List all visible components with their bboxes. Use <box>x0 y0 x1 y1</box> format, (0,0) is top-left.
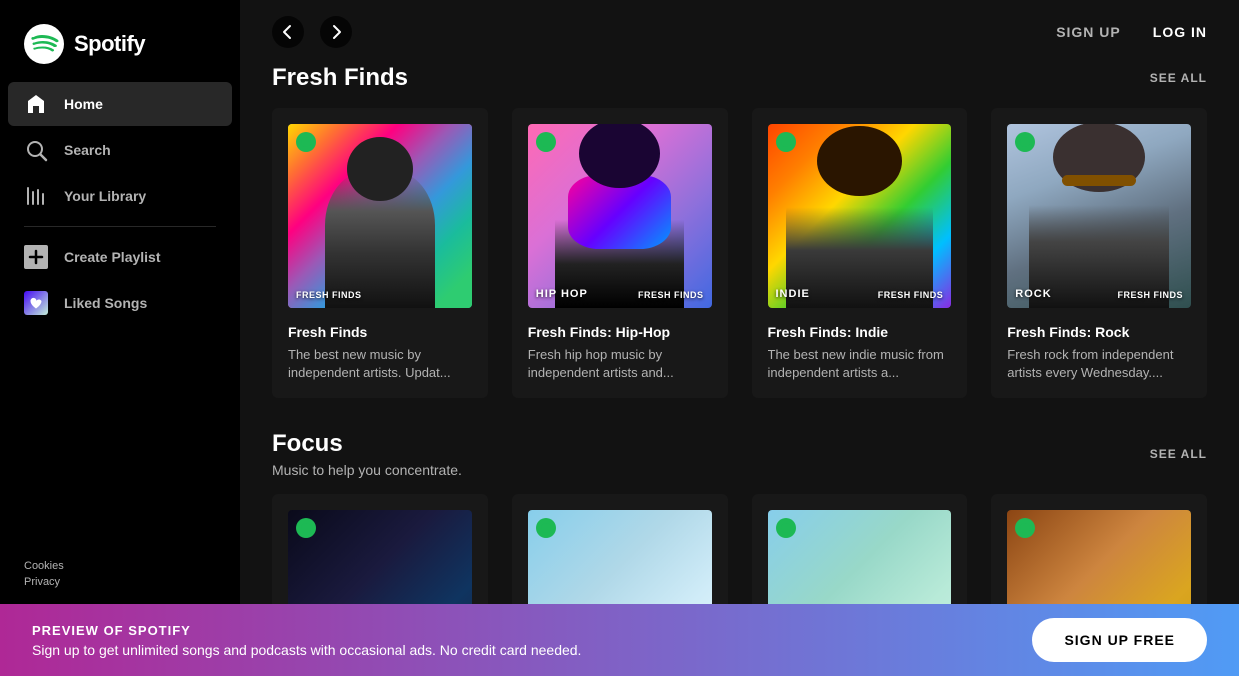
search-icon <box>24 138 48 162</box>
card-lofi[interactable]: lofi beats lofi beats <box>752 494 968 604</box>
card-spotify-dot-2 <box>536 132 556 152</box>
card-spotify-dot-1 <box>296 132 316 152</box>
card-jazz[interactable]: Jazz in the Jazz in the <box>991 494 1207 604</box>
main-content: SIGN UP LOG IN Fresh Finds SEE ALL <box>240 0 1239 604</box>
card-hiphop[interactable]: HIP HOP FRESH FINDS Fresh Finds: Hip-Hop… <box>512 108 728 398</box>
card-badge-2: FRESH FINDS <box>638 290 704 300</box>
card-peaceful-piano[interactable]: Peaceful Piano <box>512 494 728 604</box>
sidebar-item-library[interactable]: Your Library <box>8 174 232 218</box>
privacy-link[interactable]: Privacy <box>24 576 216 588</box>
login-link[interactable]: LOG IN <box>1153 24 1207 40</box>
card-hiphop-title: Fresh Finds: Hip-Hop <box>528 324 712 340</box>
spotify-wordmark: Spotify <box>74 31 145 57</box>
card-genre-2: HIP HOP <box>536 288 588 300</box>
topbar-nav <box>272 16 352 48</box>
card-spotify-dot-7 <box>776 518 796 538</box>
focus-see-all[interactable]: SEE ALL <box>1150 447 1207 461</box>
card-badge-1: FRESH FINDS <box>296 290 362 300</box>
sidebar-item-home-label: Home <box>64 96 103 112</box>
card-badge-4: FRESH FINDS <box>1117 290 1183 300</box>
card-spotify-dot-3 <box>776 132 796 152</box>
focus-subtitle: Music to help you concentrate. <box>272 462 462 478</box>
card-fresh-finds-image: FRESH FINDS <box>288 124 472 308</box>
create-playlist-label: Create Playlist <box>64 249 161 265</box>
fresh-finds-label-2: HIP HOP FRESH FINDS <box>536 288 704 300</box>
sidebar-nav: Home Search Your Library <box>0 82 240 218</box>
card-lofi-image: lofi beats <box>768 510 952 604</box>
card-fresh-finds-title: Fresh Finds <box>288 324 472 340</box>
card-fresh-finds[interactable]: FRESH FINDS Fresh Finds The best new mus… <box>272 108 488 398</box>
card-fresh-finds-desc: The best new music by independent artist… <box>288 346 472 382</box>
liked-songs-icon <box>24 291 48 315</box>
card-jazz-image: Jazz in the <box>1007 510 1191 604</box>
sidebar-logo: Spotify <box>0 0 240 82</box>
liked-songs-item[interactable]: Liked Songs <box>8 281 232 325</box>
card-indie-desc: The best new indie music from independen… <box>768 346 952 382</box>
back-button[interactable] <box>272 16 304 48</box>
card-hiphop-desc: Fresh hip hop music by independent artis… <box>528 346 712 382</box>
card-spotify-dot-5 <box>296 518 316 538</box>
card-deep-focus-image <box>288 510 472 604</box>
sidebar-footer: Cookies Privacy <box>0 544 240 604</box>
signup-link[interactable]: SIGN UP <box>1056 24 1121 40</box>
card-hiphop-image: HIP HOP FRESH FINDS <box>528 124 712 308</box>
create-playlist-icon <box>24 245 48 269</box>
fresh-finds-label-1: FRESH FINDS <box>296 290 464 300</box>
fresh-finds-title: Fresh Finds <box>272 64 408 92</box>
preview-text-block: PREVIEW OF SPOTIFY Sign up to get unlimi… <box>32 623 581 658</box>
sidebar-item-library-label: Your Library <box>64 188 146 204</box>
focus-grid: Deep Focus Peaceful Piano <box>272 494 1207 604</box>
focus-info: Focus Music to help you concentrate. <box>272 430 462 478</box>
fresh-finds-header: Fresh Finds SEE ALL <box>272 64 1207 92</box>
sidebar-item-search-label: Search <box>64 142 111 158</box>
home-icon <box>24 92 48 116</box>
card-indie-title: Fresh Finds: Indie <box>768 324 952 340</box>
create-playlist-item[interactable]: Create Playlist <box>8 235 232 279</box>
card-badge-3: FRESH FINDS <box>878 290 944 300</box>
card-rock-desc: Fresh rock from independent artists ever… <box>1007 346 1191 382</box>
content-area[interactable]: Fresh Finds SEE ALL <box>240 64 1239 604</box>
card-peaceful-piano-image <box>528 510 712 604</box>
sidebar-item-search[interactable]: Search <box>8 128 232 172</box>
card-genre-4: ROCK <box>1015 288 1051 300</box>
forward-button[interactable] <box>320 16 352 48</box>
fresh-finds-label-3: INDIE FRESH FINDS <box>776 288 944 300</box>
topbar-auth: SIGN UP LOG IN <box>1056 24 1207 40</box>
card-indie[interactable]: INDIE FRESH FINDS Fresh Finds: Indie The… <box>752 108 968 398</box>
card-spotify-dot-4 <box>1015 132 1035 152</box>
liked-songs-label: Liked Songs <box>64 295 147 311</box>
preview-subtitle: Sign up to get unlimited songs and podca… <box>32 642 581 658</box>
card-rock[interactable]: ROCK FRESH FINDS Fresh Finds: Rock Fresh… <box>991 108 1207 398</box>
focus-section: Focus Music to help you concentrate. SEE… <box>272 430 1207 604</box>
card-indie-image: INDIE FRESH FINDS <box>768 124 952 308</box>
library-icon <box>24 184 48 208</box>
cookies-link[interactable]: Cookies <box>24 560 216 572</box>
sidebar: Spotify Home Search <box>0 0 240 604</box>
card-spotify-dot-8 <box>1015 518 1035 538</box>
card-genre-3: INDIE <box>776 288 810 300</box>
sidebar-actions: Create Playlist Liked Songs <box>0 235 240 325</box>
fresh-finds-label-4: ROCK FRESH FINDS <box>1015 288 1183 300</box>
fresh-finds-see-all[interactable]: SEE ALL <box>1150 71 1207 85</box>
topbar: SIGN UP LOG IN <box>240 0 1239 64</box>
sidebar-divider <box>24 226 216 227</box>
fresh-finds-section: Fresh Finds SEE ALL <box>272 64 1207 398</box>
card-deep-focus[interactable]: Deep Focus <box>272 494 488 604</box>
preview-banner: PREVIEW OF SPOTIFY Sign up to get unlimi… <box>0 604 1239 676</box>
fresh-finds-grid: FRESH FINDS Fresh Finds The best new mus… <box>272 108 1207 398</box>
preview-title: PREVIEW OF SPOTIFY <box>32 623 581 638</box>
focus-title: Focus <box>272 430 462 458</box>
card-rock-title: Fresh Finds: Rock <box>1007 324 1191 340</box>
signup-free-button[interactable]: SIGN UP FREE <box>1032 618 1207 662</box>
focus-header: Focus Music to help you concentrate. SEE… <box>272 430 1207 478</box>
sidebar-item-home[interactable]: Home <box>8 82 232 126</box>
card-rock-image: ROCK FRESH FINDS <box>1007 124 1191 308</box>
spotify-logo-icon <box>24 24 64 64</box>
card-spotify-dot-6 <box>536 518 556 538</box>
